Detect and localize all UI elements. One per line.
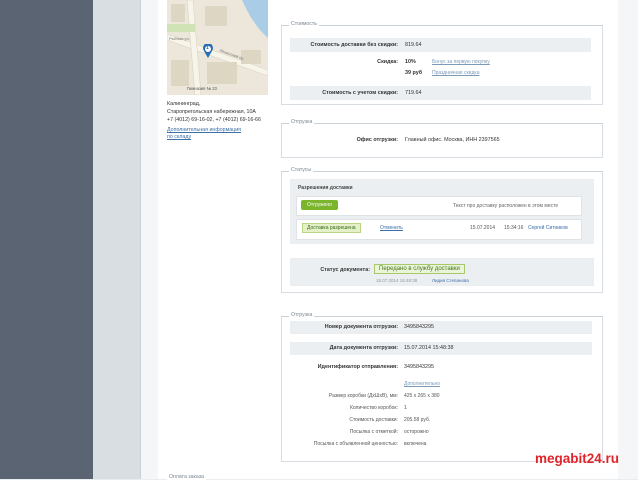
cost-legend: Стоимость bbox=[289, 21, 319, 27]
total-value: 719.64 bbox=[405, 90, 422, 96]
marked-value: осторожно bbox=[404, 429, 429, 435]
warehouse-info-link-2[interactable]: по складу bbox=[167, 133, 287, 141]
delivery-cost2-value: 205.58 руб. bbox=[404, 417, 431, 423]
warehouse-map[interactable]: Рыбная ул. Ленинский пр. 1 Гимназия № 23 bbox=[167, 0, 268, 95]
map-marker-icon[interactable]: 1 bbox=[202, 43, 214, 58]
discount-label: Скидка: bbox=[377, 59, 398, 65]
cancel-link[interactable]: Отменить bbox=[380, 225, 403, 231]
office-value: Главный офис. Москва, ИНН 2397565 bbox=[405, 137, 500, 143]
map-graphic bbox=[167, 0, 268, 95]
map-marker-number: 1 bbox=[206, 45, 209, 51]
address-phones: +7 (4012) 69-16-02, +7 (4012) 69-16-66 bbox=[167, 117, 261, 123]
delivery-allowed-tag: Доставка разрешена bbox=[302, 223, 361, 233]
payment-legend: Оплата заказа bbox=[167, 474, 207, 480]
discount-percent: 10% bbox=[405, 59, 416, 65]
allowed-user-link[interactable]: Сергей Ситников bbox=[528, 225, 568, 231]
doc-number-label: Номер документа отгрузки: bbox=[324, 324, 398, 330]
doc-date-label: Дата документа отгрузки: bbox=[329, 345, 398, 351]
shipment2-legend: Отгрузка bbox=[289, 312, 315, 318]
extra-info-link[interactable]: Дополнительно bbox=[404, 381, 440, 387]
box-count-value: 1 bbox=[404, 405, 407, 411]
delivery-cost-value: 819.64 bbox=[405, 42, 422, 48]
shipment-legend: Отгрузка bbox=[289, 119, 315, 125]
permissions-title: Разрешения доставки bbox=[298, 185, 353, 191]
office-label: Офис отгрузки: bbox=[356, 137, 398, 143]
sender-id-label: Идентификатор отправления: bbox=[317, 364, 398, 370]
delivery-note: Текст про доставку расположен в этом мес… bbox=[453, 203, 559, 209]
watermark-logo: megabit24.ru bbox=[535, 451, 620, 466]
doc-status-label: Статус документа: bbox=[320, 267, 370, 273]
doc-status-value: Передано в службу доставки bbox=[374, 264, 465, 274]
box-count-label: Количество коробок: bbox=[349, 405, 398, 411]
marked-label: Посылка с отметкой: bbox=[349, 429, 398, 435]
left-light-sidebar bbox=[93, 0, 141, 479]
allowed-time: 15:34:16 bbox=[504, 225, 524, 231]
doc-status-timestamp: 15.07.2014 15:48:38 bbox=[376, 278, 418, 283]
allowed-date: 15.07.2014 bbox=[470, 225, 496, 231]
delivery-cost-label: Стоимость доставки без скидки: bbox=[310, 42, 398, 48]
map-caption: Гимназия № 23 bbox=[187, 86, 217, 91]
declared-label: Посылка с объявленной ценностью: bbox=[313, 441, 398, 447]
discount-bonus-link[interactable]: Бонус за первую покупку bbox=[432, 59, 490, 65]
box-size-value: 425 x 265 x 380 bbox=[404, 393, 440, 399]
total-label: Стоимость с учетом скидки: bbox=[322, 90, 398, 96]
box-size-label: Размер коробки (ДхШхВ), мм: bbox=[328, 393, 398, 399]
shipped-button[interactable]: Отгружено bbox=[301, 200, 338, 210]
map-street-label-1: Рыбная ул. bbox=[169, 36, 190, 41]
statuses-legend: Статусы bbox=[289, 167, 314, 173]
discount-rub: 39 руб bbox=[405, 70, 423, 76]
declared-value: включена bbox=[404, 441, 427, 447]
sender-id-value: 3495843295 bbox=[404, 364, 434, 370]
address-city: Калининград, bbox=[167, 101, 201, 107]
doc-status-user-link[interactable]: Лидия Степанова bbox=[432, 278, 469, 283]
doc-date-value: 15.07.2014 15:48:38 bbox=[404, 345, 454, 351]
address-street: Старопрегольская набережная, 10А bbox=[167, 109, 256, 115]
doc-number-value: 3495843295 bbox=[404, 324, 434, 330]
left-dark-sidebar bbox=[0, 0, 93, 479]
discount-holiday-link[interactable]: Праздничная скидка bbox=[432, 70, 479, 76]
delivery-cost2-label: Стоимость доставки: bbox=[349, 417, 398, 423]
